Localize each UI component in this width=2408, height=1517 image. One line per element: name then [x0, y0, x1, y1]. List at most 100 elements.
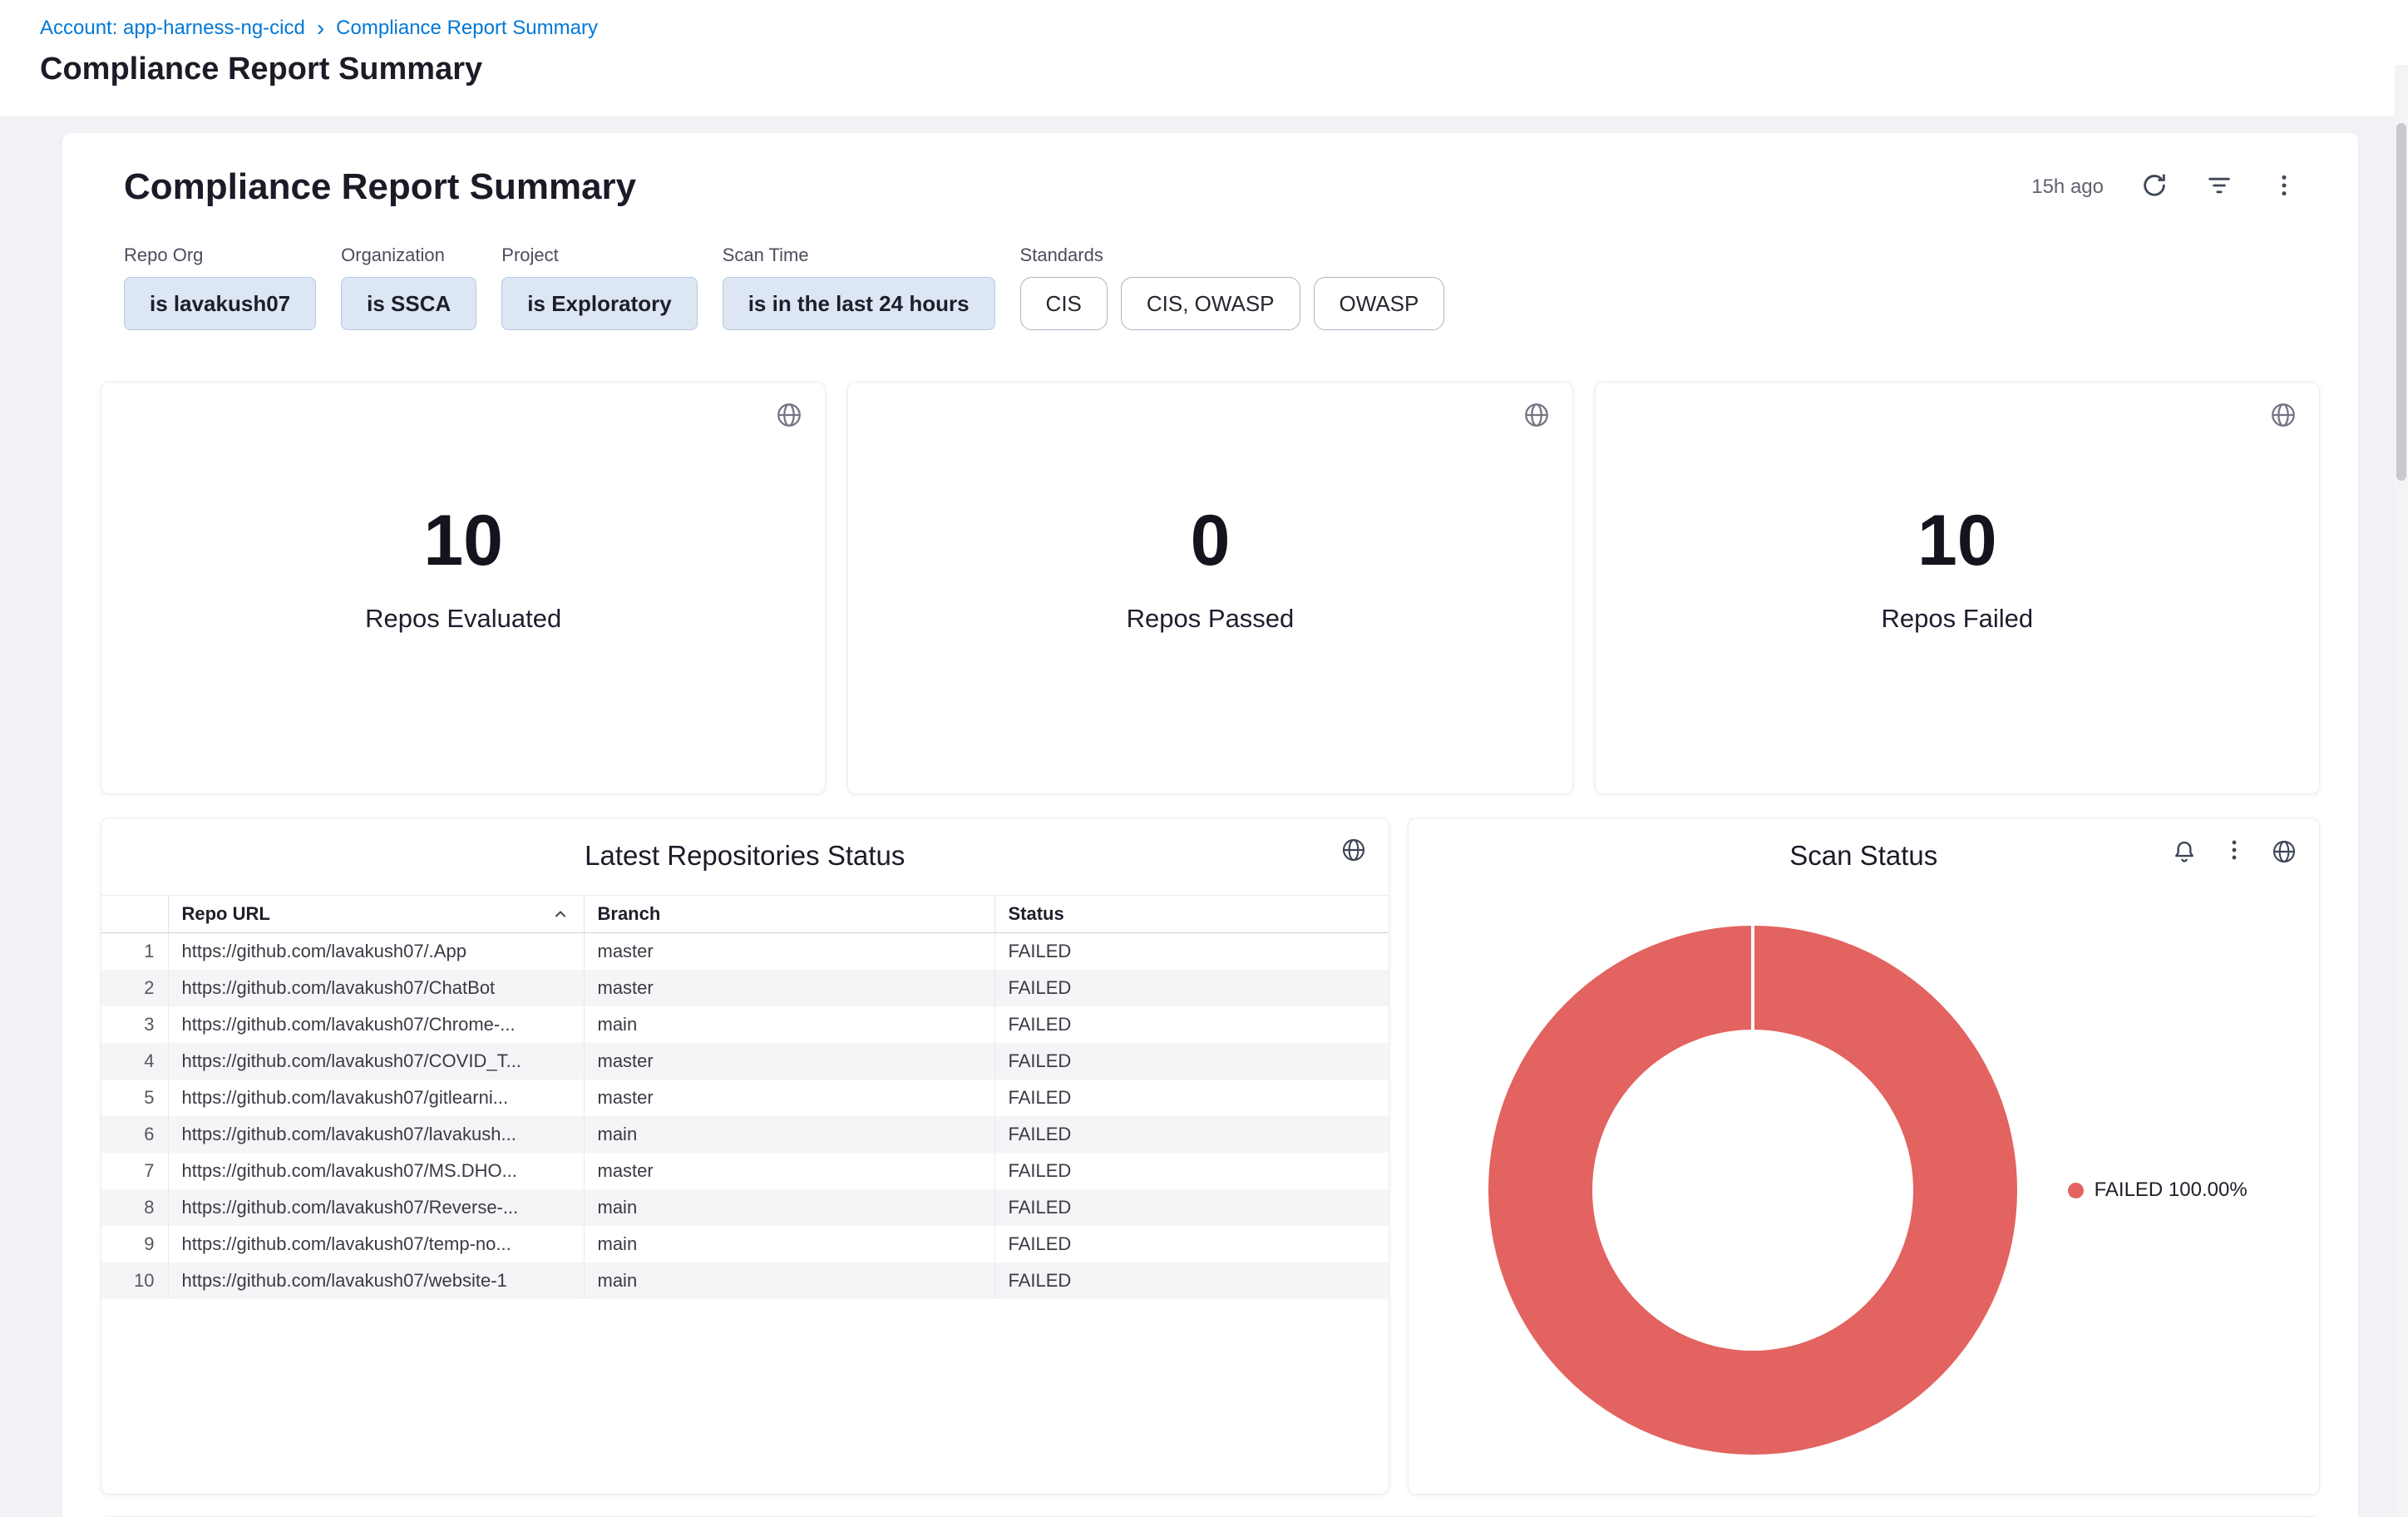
refresh-icon: [2140, 171, 2169, 202]
row-index-cell: 7: [101, 1153, 168, 1189]
breadcrumb: Account: app-harness-ng-cicd › Complianc…: [40, 17, 2368, 40]
status-cell: FAILED: [994, 970, 1389, 1006]
scan-status-tile: Scan Status: [1408, 818, 2320, 1495]
branch-cell: main: [584, 1006, 994, 1043]
repo-status-tile: Latest Repositories Status: [101, 818, 1389, 1495]
kpi-value: 0: [1127, 500, 1295, 582]
row-index-cell: 6: [101, 1116, 168, 1153]
table-row: 4 https://github.com/lavakush07/COVID_T.…: [101, 1043, 1389, 1080]
filter-chip-repo-org[interactable]: is lavakush07: [124, 277, 316, 330]
scan-status-header: Scan Status: [1409, 840, 2319, 872]
kpi-tile-repos-failed: 10 Repos Failed: [1595, 382, 2320, 794]
row-index-header: [101, 896, 168, 933]
standards-option-owasp[interactable]: OWASP: [1314, 277, 1445, 330]
kpi-content: 10 Repos Failed: [1881, 500, 2033, 634]
globe-icon[interactable]: [1340, 837, 1367, 863]
table-row: 3 https://github.com/lavakush07/Chrome-.…: [101, 1006, 1389, 1043]
filter-group-organization: Organization is SSCA: [341, 245, 476, 330]
repo-url-cell: https://github.com/lavakush07/lavakush..…: [168, 1116, 584, 1153]
filter-group-standards: Standards CIS CIS, OWASP OWASP: [1020, 245, 1445, 330]
dashboard-header: Compliance Report Summary 15h ago: [101, 166, 2320, 208]
repo-table-body: 1 https://github.com/lavakush07/.App mas…: [101, 933, 1389, 1300]
vertical-scrollbar-thumb[interactable]: [2396, 123, 2406, 481]
vertical-scrollbar-track[interactable]: [2395, 65, 2408, 1517]
filter-chip-organization[interactable]: is SSCA: [341, 277, 476, 330]
column-header-branch[interactable]: Branch: [584, 896, 994, 933]
status-cell: FAILED: [994, 933, 1389, 971]
branch-cell: main: [584, 1226, 994, 1263]
table-row: 6 https://github.com/lavakush07/lavakush…: [101, 1116, 1389, 1153]
last-refresh-label: 15h ago: [2031, 175, 2104, 199]
kpi-label: Repos Failed: [1881, 604, 2033, 634]
filter-icon: [2205, 171, 2233, 202]
scan-status-title: Scan Status: [1789, 840, 1937, 871]
status-cell: FAILED: [994, 1080, 1389, 1116]
row-index-cell: 8: [101, 1189, 168, 1226]
branch-cell: master: [584, 1153, 994, 1189]
repo-status-header: Latest Repositories Status: [101, 840, 1389, 872]
branch-cell: main: [584, 1189, 994, 1226]
status-cell: FAILED: [994, 1006, 1389, 1043]
standards-option-cis-owasp[interactable]: CIS, OWASP: [1121, 277, 1300, 330]
kebab-menu-icon: [2221, 837, 2248, 866]
breadcrumb-account-link[interactable]: Account: app-harness-ng-cicd: [40, 17, 305, 40]
repo-url-cell: https://github.com/lavakush07/temp-no...: [168, 1226, 584, 1263]
row-index-cell: 2: [101, 970, 168, 1006]
filter-group-scan-time: Scan Time is in the last 24 hours: [723, 245, 995, 330]
filter-chip-scan-time[interactable]: is in the last 24 hours: [723, 277, 995, 330]
filter-label: Standards: [1020, 245, 1445, 266]
row-index-cell: 10: [101, 1263, 168, 1299]
alert-bell-icon[interactable]: [2171, 837, 2198, 866]
table-row: 2 https://github.com/lavakush07/ChatBot …: [101, 970, 1389, 1006]
globe-icon[interactable]: [2269, 401, 2297, 432]
repo-url-cell: https://github.com/lavakush07/Reverse-..…: [168, 1189, 584, 1226]
page-header: Account: app-harness-ng-cicd › Complianc…: [0, 0, 2408, 116]
status-cell: FAILED: [994, 1043, 1389, 1080]
row-index-cell: 4: [101, 1043, 168, 1080]
legend-failed-swatch: [2068, 1183, 2084, 1198]
status-cell: FAILED: [994, 1263, 1389, 1299]
tile-more-button[interactable]: [2221, 837, 2248, 866]
breadcrumb-separator-icon: ›: [317, 17, 324, 40]
table-row: 5 https://github.com/lavakush07/gitlearn…: [101, 1080, 1389, 1116]
globe-icon[interactable]: [1522, 401, 1551, 432]
status-cell: FAILED: [994, 1189, 1389, 1226]
bottom-row: Latest Repositories Status: [101, 818, 2320, 1495]
filter-chip-project[interactable]: is Exploratory: [501, 277, 697, 330]
repo-url-cell: https://github.com/lavakush07/MS.DHO...: [168, 1153, 584, 1189]
table-row: 9 https://github.com/lavakush07/temp-no.…: [101, 1226, 1389, 1263]
branch-cell: master: [584, 933, 994, 971]
repo-url-cell: https://github.com/lavakush07/Chrome-...: [168, 1006, 584, 1043]
globe-icon[interactable]: [2271, 837, 2297, 866]
dashboard-more-button[interactable]: [2270, 171, 2298, 202]
dashboard-card: Compliance Report Summary 15h ago: [62, 133, 2358, 1517]
filter-button[interactable]: [2205, 171, 2233, 202]
scan-status-donut-chart[interactable]: [1488, 926, 2017, 1455]
globe-icon[interactable]: [775, 401, 803, 432]
column-header-status[interactable]: Status: [994, 896, 1389, 933]
donut-slice-gap: [1751, 926, 1754, 1030]
dashboard-title: Compliance Report Summary: [101, 166, 636, 208]
branch-cell: master: [584, 970, 994, 1006]
filter-group-repo-org: Repo Org is lavakush07: [124, 245, 316, 330]
standards-option-cis[interactable]: CIS: [1020, 277, 1108, 330]
filter-label: Scan Time: [723, 245, 995, 266]
dashboard-actions: 15h ago: [2031, 171, 2320, 202]
table-row: 1 https://github.com/lavakush07/.App mas…: [101, 933, 1389, 971]
column-header-repo-url[interactable]: Repo URL: [168, 896, 584, 933]
kpi-tile-repos-evaluated: 10 Repos Evaluated: [101, 382, 826, 794]
row-index-cell: 9: [101, 1226, 168, 1263]
kpi-tile-repos-passed: 0 Repos Passed: [847, 382, 1572, 794]
legend-failed-label: FAILED 100.00%: [2095, 1179, 2248, 1202]
row-index-cell: 1: [101, 933, 168, 971]
branch-cell: master: [584, 1043, 994, 1080]
repo-url-cell: https://github.com/lavakush07/website-1: [168, 1263, 584, 1299]
repo-url-cell: https://github.com/lavakush07/gitlearni.…: [168, 1080, 584, 1116]
repo-status-title: Latest Repositories Status: [585, 840, 905, 871]
breadcrumb-current-link[interactable]: Compliance Report Summary: [336, 17, 598, 40]
status-cell: FAILED: [994, 1226, 1389, 1263]
refresh-button[interactable]: [2140, 171, 2169, 202]
repo-url-cell: https://github.com/lavakush07/COVID_T...: [168, 1043, 584, 1080]
kpi-label: Repos Passed: [1127, 604, 1295, 634]
repo-url-cell: https://github.com/lavakush07/ChatBot: [168, 970, 584, 1006]
